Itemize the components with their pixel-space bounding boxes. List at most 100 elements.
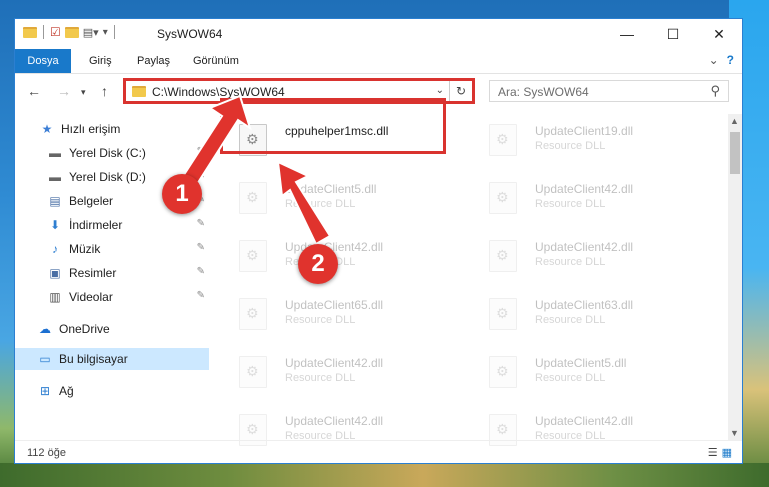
new-folder-icon[interactable] — [64, 26, 79, 38]
tab-home[interactable]: Giriş — [79, 49, 122, 73]
tab-file[interactable]: Dosya — [15, 49, 71, 73]
sidebar-item-quick-access[interactable]: ★ Hızlı erişim — [39, 118, 235, 140]
pin-icon[interactable]: ✎ — [197, 290, 205, 301]
sidebar-item-label: Yerel Disk (D:) — [69, 170, 146, 184]
help-icon[interactable]: ? — [727, 53, 734, 67]
picture-icon: ▣ — [49, 266, 61, 280]
pin-icon[interactable]: ✎ — [197, 242, 205, 253]
layout-icon[interactable]: ▤▾ — [83, 26, 99, 39]
file-type: Resource DLL — [535, 256, 606, 268]
search-icon[interactable]: ⚲ — [710, 83, 720, 99]
download-icon: ⬇ — [49, 218, 61, 232]
dll-file-icon — [489, 182, 517, 214]
vertical-scrollbar[interactable]: ▲ ▼ — [728, 114, 742, 440]
expand-ribbon-icon[interactable]: ⌄ — [709, 53, 719, 67]
scroll-down-icon[interactable]: ▼ — [730, 428, 739, 438]
scrollbar-thumb[interactable] — [730, 132, 740, 174]
file-item[interactable]: UpdateClient42.dll Resource DLL — [239, 238, 459, 278]
desktop-background-bottom — [0, 463, 769, 487]
file-type: Resource DLL — [535, 140, 606, 152]
file-name: UpdateClient5.dll — [535, 356, 627, 370]
file-item[interactable]: UpdateClient65.dll Resource DLL — [239, 296, 459, 336]
address-path[interactable]: C:\Windows\SysWOW64 — [152, 85, 285, 99]
sidebar-item-label: Yerel Disk (C:) — [69, 146, 146, 160]
status-bar: 112 öğe ☰ ▦ — [15, 440, 742, 463]
sidebar-item-label: Bu bilgisayar — [59, 352, 128, 366]
file-item[interactable]: UpdateClient5.dll Resource DLL — [239, 180, 459, 220]
dll-file-icon — [239, 182, 267, 214]
file-name: UpdateClient63.dll — [535, 298, 634, 312]
file-item[interactable]: UpdateClient19.dll Resource DLL — [489, 122, 709, 162]
sidebar-item-label: Hızlı erişim — [61, 122, 121, 136]
details-view-icon[interactable]: ☰ — [708, 446, 718, 459]
star-icon: ★ — [41, 122, 53, 136]
customize-toolbar-icon[interactable]: ▾ — [103, 27, 108, 38]
dll-file-icon — [489, 356, 517, 388]
drive-icon: ▬ — [49, 170, 61, 184]
separator — [43, 25, 44, 39]
explorer-window: ☑ ▤▾ ▾ SysWOW64 — ☐ ✕ Dosya Giriş Paylaş… — [14, 18, 743, 464]
sidebar-item-onedrive[interactable]: ☁ OneDrive — [37, 318, 211, 340]
pin-icon[interactable]: ✎ — [197, 170, 205, 181]
file-list: cppuhelper1msc.dll UpdateClient5.dll Res… — [221, 114, 727, 446]
file-type: Resource DLL — [285, 314, 356, 326]
close-button[interactable]: ✕ — [696, 19, 742, 49]
file-name: UpdateClient5.dll — [285, 182, 377, 196]
navigation-pane: ★ Hızlı erişim ▬ Yerel Disk (C:) ✎ ▬ Yer… — [15, 114, 211, 434]
sidebar-item-this-pc[interactable]: ▭ Bu bilgisayar — [15, 348, 209, 370]
view-switcher: ☰ ▦ — [708, 446, 732, 459]
sidebar-item-network[interactable]: ⊞ Ağ — [37, 380, 211, 402]
ribbon-controls: ⌄ ? — [709, 53, 734, 67]
sidebar-item-music[interactable]: ♪ Müzik ✎ — [47, 238, 211, 260]
properties-icon[interactable]: ☑ — [50, 25, 61, 39]
dll-file-icon — [489, 240, 517, 272]
item-count: 112 öğe — [27, 447, 66, 459]
minimize-button[interactable]: — — [604, 19, 650, 49]
file-item[interactable]: UpdateClient5.dll Resource DLL — [489, 354, 709, 394]
refresh-icon[interactable]: ↻ — [449, 81, 472, 101]
up-arrow-icon[interactable]: ↑ — [101, 83, 108, 99]
sidebar-item-downloads[interactable]: ⬇ İndirmeler ✎ — [47, 214, 211, 236]
file-item[interactable]: UpdateClient42.dll Resource DLL — [489, 180, 709, 220]
dll-file-icon — [239, 356, 267, 388]
dll-file-icon — [489, 124, 517, 156]
file-item[interactable]: UpdateClient63.dll Resource DLL — [489, 296, 709, 336]
separator — [113, 25, 115, 39]
file-item[interactable]: UpdateClient42.dll Resource DLL — [239, 354, 459, 394]
pin-icon[interactable]: ✎ — [197, 146, 205, 157]
video-icon: ▥ — [49, 290, 61, 304]
file-item[interactable]: UpdateClient42.dll Resource DLL — [489, 238, 709, 278]
sidebar-item-label: İndirmeler — [69, 218, 123, 232]
file-type: Resource DLL — [285, 198, 356, 210]
file-name: UpdateClient19.dll — [535, 124, 634, 138]
network-icon: ⊞ — [39, 384, 51, 398]
cloud-icon: ☁ — [39, 322, 51, 336]
file-type: Resource DLL — [285, 372, 356, 384]
folder-icon — [23, 26, 37, 38]
sidebar-item-label: OneDrive — [59, 322, 110, 336]
maximize-button[interactable]: ☐ — [650, 19, 696, 49]
sidebar-item-disk-c[interactable]: ▬ Yerel Disk (C:) ✎ — [47, 142, 211, 164]
chevron-down-icon[interactable]: ⌄ — [436, 85, 444, 96]
recent-locations-icon[interactable]: ▾ — [81, 87, 86, 98]
pin-icon[interactable]: ✎ — [197, 266, 205, 277]
drive-icon: ▬ — [49, 146, 61, 160]
tab-view[interactable]: Görünüm — [183, 49, 249, 73]
callout-step-2: 2 — [298, 244, 338, 284]
file-type: Resource DLL — [535, 372, 606, 384]
title-bar: ☑ ▤▾ ▾ SysWOW64 — ☐ ✕ — [15, 19, 742, 49]
sidebar-item-videos[interactable]: ▥ Videolar ✎ — [47, 286, 211, 308]
large-icons-view-icon[interactable]: ▦ — [722, 446, 732, 459]
sidebar-item-pictures[interactable]: ▣ Resimler ✎ — [47, 262, 211, 284]
folder-icon — [132, 86, 146, 97]
file-type: Resource DLL — [535, 314, 606, 326]
pin-icon[interactable]: ✎ — [197, 218, 205, 229]
file-name: UpdateClient42.dll — [285, 356, 384, 370]
tab-share[interactable]: Paylaş — [127, 49, 180, 73]
dll-file-icon — [239, 298, 267, 330]
back-arrow-icon[interactable]: ← — [27, 83, 41, 99]
forward-arrow-icon[interactable]: → — [57, 83, 71, 99]
scroll-up-icon[interactable]: ▲ — [730, 116, 739, 126]
search-input[interactable]: Ara: SysWOW64 ⚲ — [489, 80, 729, 102]
music-icon: ♪ — [52, 242, 58, 256]
